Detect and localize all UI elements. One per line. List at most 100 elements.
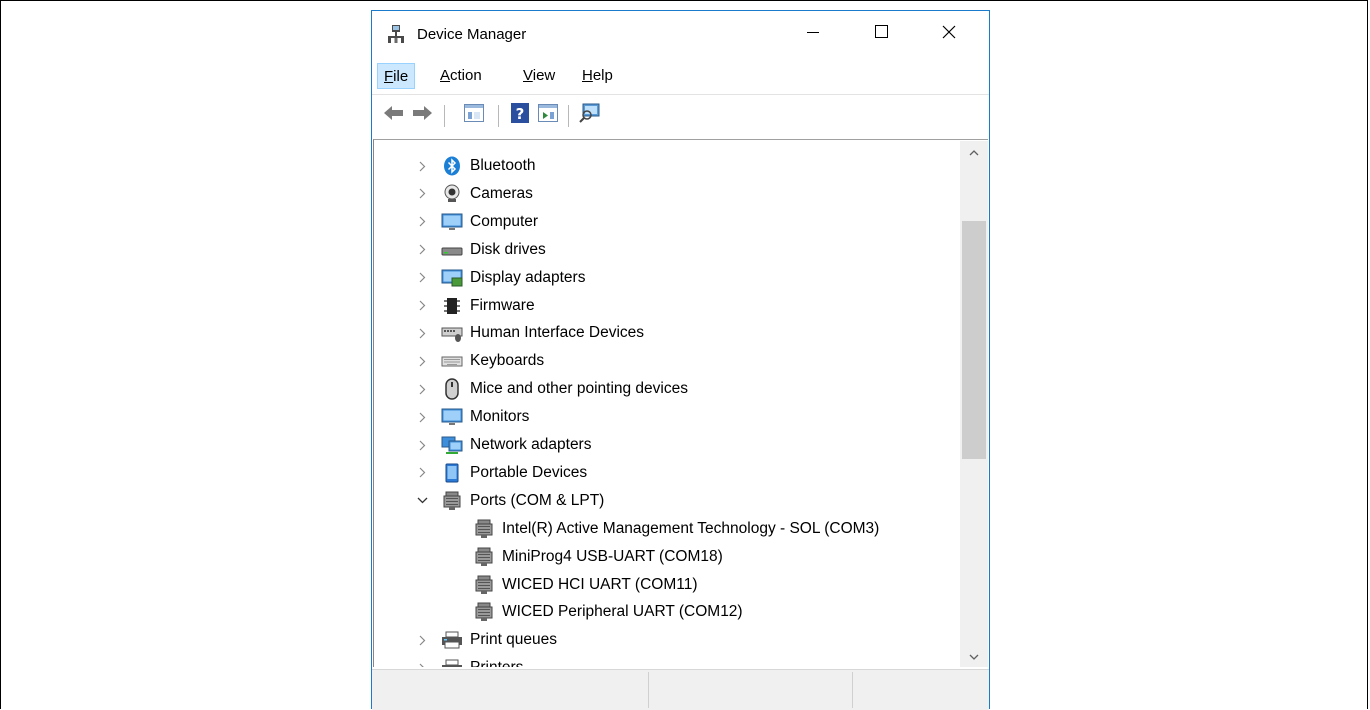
computer-icon — [441, 211, 463, 233]
category-cameras[interactable]: Cameras — [416, 180, 533, 208]
scroll-thumb[interactable] — [962, 221, 986, 459]
disk-drive-icon — [441, 239, 463, 261]
properties-icon — [464, 103, 484, 127]
title-bar[interactable]: Device Manager — [372, 11, 989, 57]
scroll-up-button[interactable] — [960, 141, 988, 163]
back-icon — [383, 105, 405, 126]
chevron-down-icon[interactable] — [416, 495, 428, 507]
menu-help-access-key: H — [582, 67, 593, 84]
tree-item-label: Bluetooth — [470, 157, 536, 174]
chevron-right-icon[interactable] — [416, 439, 428, 451]
port-icon — [441, 490, 463, 512]
device-item-miniprog4-usb-uart-com18[interactable]: MiniProg4 USB-UART (COM18) — [473, 543, 723, 571]
menu-action[interactable]: Action — [434, 63, 488, 89]
category-computer[interactable]: Computer — [416, 208, 538, 236]
chevron-right-icon[interactable] — [416, 244, 428, 256]
device-item-wiced-peripheral-uart-com12[interactable]: WICED Peripheral UART (COM12) — [473, 598, 743, 626]
port-icon — [473, 518, 495, 540]
device-manager-window: Device Manager File Action View Help ? B… — [371, 10, 990, 710]
firmware-icon — [441, 295, 463, 317]
help-icon: ? — [511, 102, 529, 128]
update-driver-button[interactable] — [536, 103, 560, 127]
tree-item-label: Cameras — [470, 184, 533, 202]
category-bluetooth[interactable]: Bluetooth — [416, 152, 536, 180]
chevron-right-icon[interactable] — [416, 634, 428, 646]
category-ports-com-lpt[interactable]: Ports (COM & LPT) — [416, 487, 604, 515]
maximize-icon — [874, 25, 888, 43]
back-button[interactable] — [382, 103, 406, 127]
chevron-right-icon[interactable] — [416, 216, 428, 228]
menu-action-access-key: A — [440, 67, 451, 84]
update-driver-icon — [538, 103, 558, 127]
vertical-scrollbar[interactable] — [960, 141, 988, 667]
menu-view-access-key: V — [523, 67, 533, 84]
toolbar: ? — [372, 97, 989, 137]
chevron-right-icon[interactable] — [416, 383, 428, 395]
category-firmware[interactable]: Firmware — [416, 292, 535, 320]
toolbar-separator — [568, 105, 569, 127]
menu-action-label: ction — [450, 67, 482, 84]
chevron-right-icon[interactable] — [416, 662, 428, 667]
menu-view[interactable]: View — [517, 63, 561, 89]
printer-icon — [441, 657, 463, 667]
category-disk-drives[interactable]: Disk drives — [416, 236, 546, 264]
svg-text:?: ? — [516, 105, 525, 123]
properties-button[interactable] — [462, 103, 486, 127]
chevron-right-icon[interactable] — [416, 355, 428, 367]
chevron-down-icon — [969, 647, 979, 665]
category-printers[interactable]: Printers — [416, 654, 523, 667]
menu-bar: File Action View Help — [372, 61, 989, 89]
tree-item-label: Monitors — [470, 408, 530, 426]
menu-view-label: iew — [532, 67, 556, 84]
status-panel-divider — [648, 672, 649, 708]
tree-item-label: Firmware — [470, 296, 535, 314]
scan-hardware-icon — [579, 103, 601, 128]
forward-button[interactable] — [410, 103, 434, 127]
category-portable-devices[interactable]: Portable Devices — [416, 459, 587, 487]
display-adapter-icon — [441, 267, 463, 289]
category-network-adapters[interactable]: Network adapters — [416, 431, 591, 459]
close-button[interactable] — [926, 17, 972, 51]
chevron-right-icon[interactable] — [416, 327, 428, 339]
chevron-right-icon[interactable] — [416, 272, 428, 284]
category-human-interface-devices[interactable]: Human Interface Devices — [416, 319, 644, 347]
menu-file[interactable]: File — [377, 63, 416, 89]
toolbar-separator — [444, 105, 445, 127]
category-monitors[interactable]: Monitors — [416, 403, 529, 431]
maximize-button[interactable] — [858, 17, 904, 51]
category-keyboards[interactable]: Keyboards — [416, 347, 544, 375]
minimize-button[interactable] — [790, 17, 836, 51]
tree-item-label: MiniProg4 USB-UART (COM18) — [502, 547, 723, 565]
port-icon — [473, 574, 495, 596]
device-item-wiced-hci-uart-com11[interactable]: WICED HCI UART (COM11) — [473, 571, 697, 599]
scroll-down-button[interactable] — [960, 645, 988, 667]
tree-item-label: Ports (COM & LPT) — [470, 491, 605, 509]
camera-icon — [441, 183, 463, 205]
tree-item-label: WICED Peripheral UART (COM12) — [502, 603, 743, 621]
menu-help[interactable]: Help — [576, 63, 619, 89]
chevron-right-icon[interactable] — [416, 300, 428, 312]
device-tree: Bluetooth Cameras Computer Disk drives Displ… — [373, 139, 988, 667]
category-mice-and-other-pointing-devices[interactable]: Mice and other pointing devices — [416, 375, 688, 403]
menu-file-access-key: F — [384, 68, 394, 85]
category-print-queues[interactable]: Print queues — [416, 626, 557, 654]
chevron-right-icon[interactable] — [416, 188, 428, 200]
chevron-right-icon[interactable] — [416, 411, 428, 423]
tree-item-label: Human Interface Devices — [470, 324, 645, 342]
tree-item-label: Keyboards — [470, 352, 545, 370]
menu-file-label: ile — [393, 68, 409, 85]
hid-icon — [441, 322, 463, 344]
port-icon — [473, 601, 495, 623]
chevron-right-icon[interactable] — [416, 160, 428, 172]
network-adapter-icon — [441, 434, 463, 456]
menu-divider — [372, 94, 989, 95]
category-display-adapters[interactable]: Display adapters — [416, 264, 585, 292]
bluetooth-icon — [441, 155, 463, 177]
tree-item-label: Computer — [470, 212, 539, 230]
device-manager-icon — [386, 24, 406, 44]
device-item-intel-r-active-management-technology-sol-com3[interactable]: Intel(R) Active Management Technology - … — [473, 515, 879, 543]
scan-hardware-button[interactable] — [578, 103, 602, 127]
help-button[interactable]: ? — [508, 102, 532, 128]
mouse-icon — [441, 378, 463, 400]
chevron-right-icon[interactable] — [416, 467, 428, 479]
